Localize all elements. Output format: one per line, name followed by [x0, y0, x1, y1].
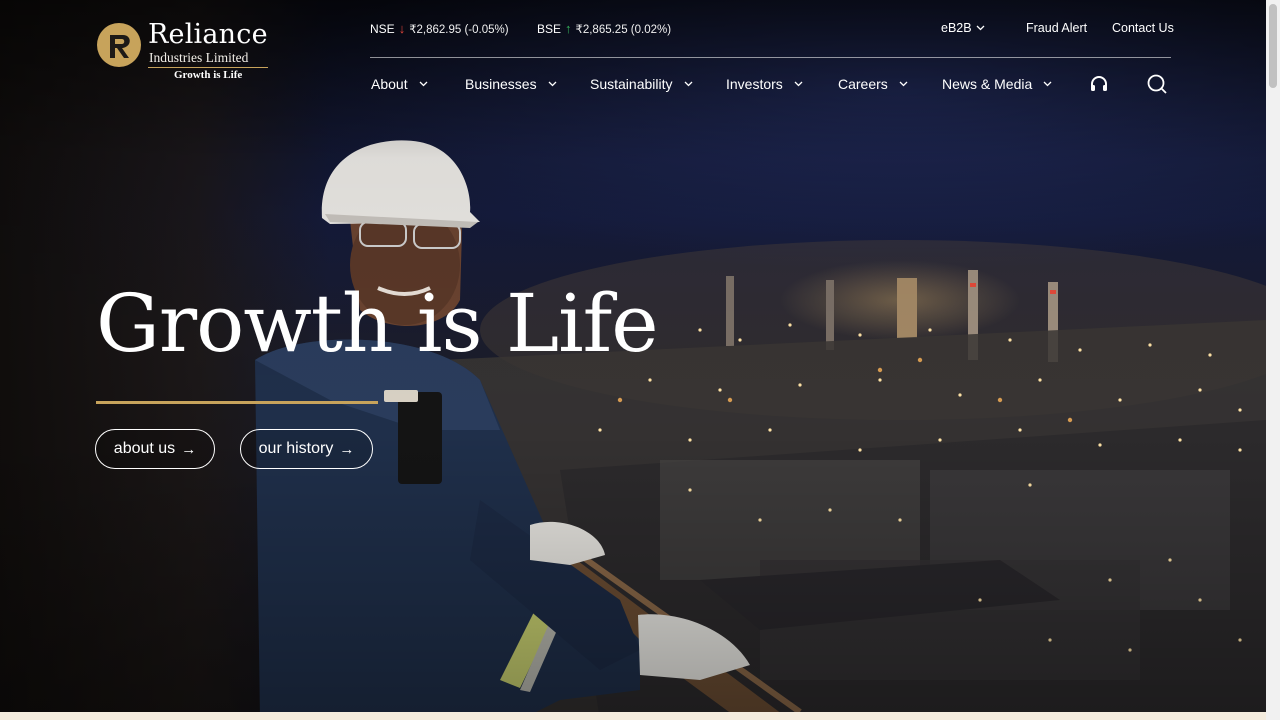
brand-tagline: Growth is Life	[174, 69, 243, 81]
nav-item-news-media[interactable]: News & Media	[942, 76, 1052, 92]
arrow-right-icon: →	[339, 440, 355, 458]
nav-item-label: About	[371, 76, 408, 92]
chevron-down-icon	[419, 81, 428, 87]
vertical-scrollbar[interactable]	[1266, 0, 1280, 720]
our-history-label: our history	[258, 440, 334, 457]
nav-item-label: News & Media	[942, 76, 1033, 92]
nav-item-businesses[interactable]: Businesses	[465, 76, 557, 92]
headphones-icon[interactable]	[1088, 73, 1110, 95]
nav-item-sustainability[interactable]: Sustainability	[590, 76, 693, 92]
contact-us-link[interactable]: Contact Us	[1112, 21, 1174, 35]
bse-ticker[interactable]: BSE ↑ ₹2,865.25 (0.02%)	[537, 21, 671, 36]
arrow-down-icon: ↓	[398, 21, 406, 36]
eb2b-label: eB2B	[941, 21, 972, 35]
arrow-up-icon: ↑	[565, 21, 572, 36]
nav-item-label: Businesses	[465, 76, 537, 92]
chevron-down-icon	[548, 81, 557, 87]
fraud-alert-link[interactable]: Fraud Alert	[1026, 21, 1087, 35]
chevron-down-icon	[794, 81, 803, 87]
arrow-right-icon: →	[181, 440, 197, 458]
scrollbar-thumb[interactable]	[1269, 4, 1277, 88]
chevron-down-icon	[1043, 81, 1052, 87]
chevron-down-icon	[899, 81, 908, 87]
chevron-down-icon	[976, 25, 985, 31]
hero-title: Growth is Life	[96, 277, 659, 370]
our-history-button[interactable]: our history →	[240, 429, 373, 469]
header-divider	[370, 57, 1171, 58]
reliance-logo[interactable]: Reliance Industries Limited Growth is Li…	[96, 20, 268, 83]
about-us-button[interactable]: about us →	[95, 429, 215, 469]
nav-item-about[interactable]: About	[371, 76, 428, 92]
bse-value: ₹2,865.25 (0.02%)	[575, 23, 672, 36]
nse-label: NSE	[370, 21, 395, 36]
brand-subtitle: Industries Limited	[148, 50, 268, 68]
about-us-label: about us	[113, 440, 176, 457]
chevron-down-icon	[684, 81, 692, 87]
nav-item-label: Investors	[726, 76, 783, 92]
hero-gold-underline	[96, 401, 378, 404]
page-bottom-strip	[0, 712, 1266, 720]
nse-value: ₹2,862.95 (-0.05%)	[409, 23, 509, 36]
nav-item-investors[interactable]: Investors	[726, 76, 803, 92]
nav-item-label: Sustainability	[590, 76, 673, 92]
stock-ticker-bar: NSE ↓ ₹2,862.95 (-0.05%) BSE ↑ ₹2,865.25…	[370, 21, 1174, 37]
nse-ticker[interactable]: NSE ↓ ₹2,862.95 (-0.05%)	[370, 21, 509, 36]
eb2b-dropdown[interactable]: eB2B	[941, 21, 985, 35]
search-icon[interactable]	[1146, 73, 1168, 95]
nav-item-label: Careers	[838, 76, 888, 92]
reliance-emblem-icon	[97, 23, 141, 67]
nav-item-careers[interactable]: Careers	[838, 76, 908, 92]
brand-name: Reliance	[148, 19, 268, 50]
bse-label: BSE	[537, 21, 562, 36]
